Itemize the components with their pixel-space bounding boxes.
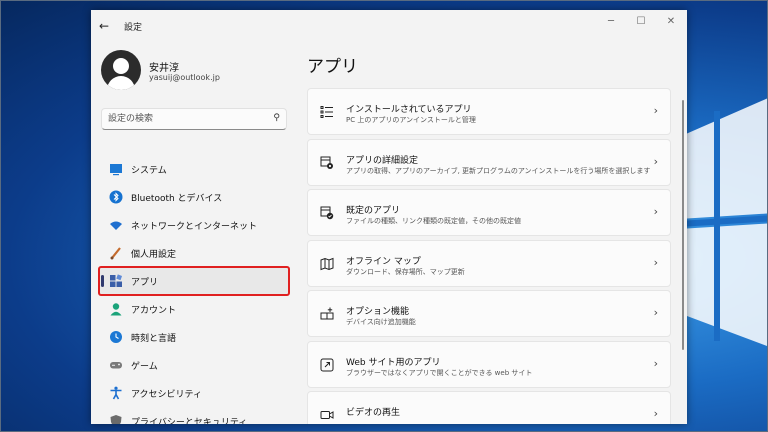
search-icon[interactable]: ⚲ (273, 113, 280, 123)
sidebar-item-network[interactable]: ネットワークとインターネット (99, 211, 289, 239)
settings-window: ← 設定 ─ ☐ ✕ 安井淳 yasuij@outlook.jp ⚲ システム (91, 10, 687, 424)
sidebar-item-label: Bluetooth とデバイス (131, 194, 223, 204)
accessibility-icon (110, 386, 122, 400)
sidebar-item-apps[interactable]: アプリ (98, 266, 290, 296)
sidebar-item-gaming[interactable]: ゲーム (99, 351, 289, 379)
optional-features-icon (320, 307, 334, 320)
desktop-background: ← 設定 ─ ☐ ✕ 安井淳 yasuij@outlook.jp ⚲ システム (0, 0, 768, 432)
sidebar-item-accessibility[interactable]: アクセシビリティ (99, 379, 289, 407)
back-arrow-icon[interactable]: ← (99, 19, 109, 33)
bluetooth-icon (109, 190, 123, 204)
card-offline-maps[interactable]: オフライン マップ ダウンロード、保存場所、マップ更新 › (307, 239, 671, 287)
gamepad-icon (110, 362, 122, 369)
sidebar-item-privacy[interactable]: プライバシーとセキュリティ (99, 407, 289, 424)
title-bar: ← 設定 ─ ☐ ✕ (91, 10, 687, 42)
sidebar: 安井淳 yasuij@outlook.jp ⚲ システム Bluetooth と… (91, 42, 297, 424)
chevron-right-icon: › (653, 255, 658, 269)
card-advanced-app-settings[interactable]: アプリの詳細設定 アプリの取得、アプリのアーカイブ, 更新プログラムのアンインス… (307, 138, 671, 186)
card-optional-features[interactable]: オプション機能 デバイス向け追加機能 › (307, 290, 671, 337)
avatar-body (107, 76, 135, 90)
map-icon (320, 257, 334, 270)
account-icon (110, 303, 122, 316)
card-title: ビデオの再生 (346, 408, 401, 418)
card-subtitle: ブラウザーではなくアプリで開くことができる web サイト (346, 368, 533, 377)
user-name: 安井淳 (149, 63, 179, 74)
default-apps-icon (320, 206, 334, 220)
sidebar-item-label: ネットワークとインターネット (131, 222, 258, 232)
chevron-right-icon: › (653, 306, 658, 319)
apps-icon (110, 274, 123, 287)
sidebar-item-label: アカウント (131, 306, 177, 316)
app-settings-icon (320, 156, 333, 169)
card-subtitle: ファイルの種類、リンク種類の既定値，その他の既定値 (346, 217, 521, 225)
main-content: アプリ インストールされているアプリ PC 上のアプリのアンインストールと管理 … (297, 42, 687, 424)
wifi-icon (110, 221, 122, 230)
user-email: yasuij@outlook.jp (149, 73, 220, 82)
card-subtitle: PC 上のアプリのアンインストールと管理 (346, 116, 476, 124)
settings-card-list: インストールされているアプリ PC 上のアプリのアンインストールと管理 › アプ… (307, 88, 671, 424)
card-subtitle: アプリの取得、アプリのアーカイブ, 更新プログラムのアンインストールを行う場所を… (346, 166, 651, 175)
card-title: インストールされているアプリ (346, 105, 472, 115)
sidebar-nav: システム Bluetooth とデバイス ネットワークとインターネット 個人用設… (98, 155, 290, 424)
sidebar-item-label: アプリ (131, 278, 159, 288)
card-video-playback[interactable]: ビデオの再生 › (307, 391, 671, 424)
sidebar-item-label: プライバシーとセキュリティ (131, 418, 248, 424)
minimize-button[interactable]: ─ (597, 16, 625, 27)
chevron-right-icon: › (653, 205, 658, 218)
window-title: 設定 (124, 23, 143, 33)
card-title: オフライン マップ (346, 256, 421, 267)
card-title: オプション機能 (346, 307, 410, 317)
card-title: 既定のアプリ (346, 206, 401, 216)
chevron-right-icon: › (653, 154, 658, 168)
avatar[interactable] (101, 50, 141, 90)
shield-icon (110, 415, 122, 424)
card-apps-for-websites[interactable]: Web サイト用のアプリ ブラウザーではなくアプリで開くことができる web サ… (307, 340, 671, 388)
card-title: Web サイト用のアプリ (346, 357, 441, 368)
sidebar-item-time-language[interactable]: 時刻と言語 (99, 323, 289, 351)
sidebar-item-system[interactable]: システム (99, 155, 289, 183)
sidebar-item-label: ゲーム (131, 362, 158, 372)
card-default-apps[interactable]: 既定のアプリ ファイルの種類、リンク種類の既定値，その他の既定値 › (307, 189, 671, 236)
video-icon (320, 411, 334, 419)
active-indicator (101, 275, 104, 287)
chevron-right-icon: › (653, 104, 658, 117)
web-link-icon (320, 358, 334, 371)
scrollbar[interactable] (682, 100, 684, 350)
card-title: アプリの詳細設定 (346, 155, 419, 166)
chevron-right-icon: › (653, 407, 658, 420)
chevron-right-icon: › (653, 356, 658, 370)
card-subtitle: ダウンロード、保存場所、マップ更新 (346, 267, 465, 276)
card-subtitle: デバイス向け追加機能 (346, 318, 416, 326)
maximize-button[interactable]: ☐ (627, 16, 655, 27)
sidebar-item-label: アクセシビリティ (131, 390, 203, 400)
close-button[interactable]: ✕ (657, 16, 685, 27)
search-input[interactable] (108, 112, 258, 126)
sidebar-item-bluetooth[interactable]: Bluetooth とデバイス (99, 183, 289, 211)
display-icon (110, 164, 122, 176)
sidebar-item-accounts[interactable]: アカウント (99, 295, 289, 323)
page-title: アプリ (307, 57, 358, 77)
sidebar-item-personalization[interactable]: 個人用設定 (99, 239, 289, 267)
paintbrush-icon (110, 247, 121, 260)
search-box[interactable]: ⚲ (101, 108, 287, 130)
card-installed-apps[interactable]: インストールされているアプリ PC 上のアプリのアンインストールと管理 › (307, 88, 671, 135)
sidebar-item-label: 時刻と言語 (131, 334, 177, 344)
sidebar-item-label: 個人用設定 (131, 250, 177, 260)
avatar-head (113, 58, 129, 74)
globe-clock-icon (110, 331, 122, 343)
sidebar-item-label: システム (131, 166, 167, 176)
list-icon (320, 106, 333, 118)
